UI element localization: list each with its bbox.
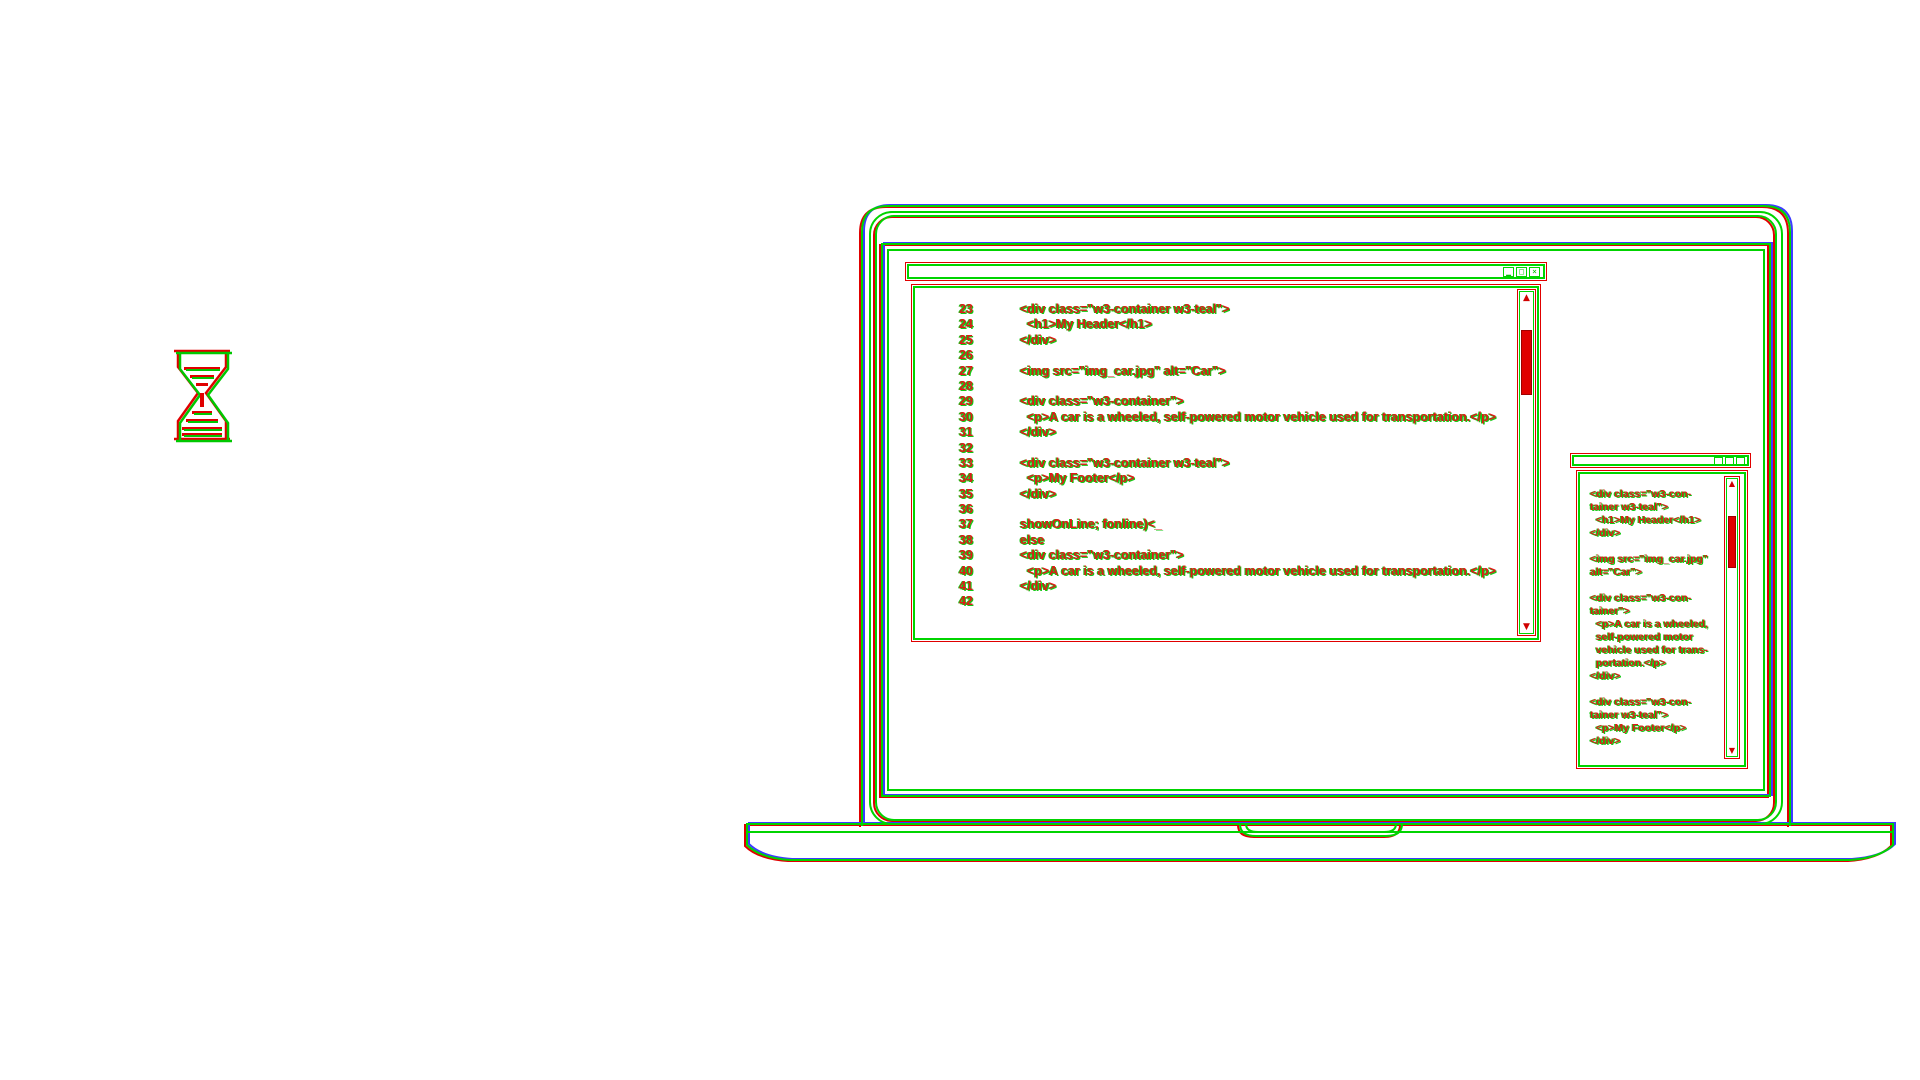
line-number: 34: [959, 471, 973, 486]
code-line[interactable]: [1020, 441, 1420, 456]
line-number: 33: [959, 455, 973, 470]
code-line[interactable]: [1020, 348, 1420, 363]
chevron-up-icon[interactable]: ▲: [1520, 292, 1533, 304]
editor-scrollbar[interactable]: ▲ ▼: [1517, 289, 1536, 636]
maximize-icon[interactable]: [1725, 457, 1734, 465]
minimize-icon[interactable]: ▁: [1503, 267, 1514, 277]
line-number: 36: [959, 502, 973, 517]
code-line[interactable]: <div class="w3-container">: [1020, 394, 1420, 409]
chevron-up-icon[interactable]: ▲: [1727, 479, 1737, 489]
code-line[interactable]: <h1>My Header</h1>: [1020, 317, 1420, 332]
code-editor[interactable]: 23 24 25 26 27 28 29 30 31 32 33 34 35 36 37 38 39 40 41 42…: [911, 284, 1541, 642]
line-number: 32: [959, 440, 973, 455]
code-line[interactable]: </div>: [1020, 333, 1420, 348]
side-code-line: <p>My Footer</p>: [1590, 722, 1687, 734]
side-code-line: tainer">: [1590, 605, 1630, 617]
side-code-line: <div class="w3-con-: [1590, 592, 1692, 604]
side-code-line: [1590, 579, 1720, 592]
code-line[interactable]: else: [1020, 533, 1420, 548]
side-panel-titlebar[interactable]: [1570, 453, 1751, 468]
line-numbers: 23 24 25 26 27 28 29 30 31 32 33 34 35 36 37 38 39 40 41 42: [923, 302, 973, 610]
side-code-line: portation.</p>: [1590, 657, 1666, 669]
code-line[interactable]: <div class="w3-container">: [1020, 548, 1420, 563]
side-code-line: </div>: [1590, 735, 1621, 747]
side-panel-scrollbar[interactable]: ▲ ▼: [1724, 476, 1740, 759]
side-code-line: <img src="img_car.jpg": [1590, 553, 1708, 565]
line-number: 35: [959, 486, 973, 501]
line-number: 24: [959, 317, 973, 332]
line-number: 31: [959, 425, 973, 440]
scroll-thumb[interactable]: [1521, 330, 1532, 395]
line-number: 25: [959, 332, 973, 347]
line-number: 39: [959, 548, 973, 563]
code-line[interactable]: [1020, 502, 1420, 517]
close-icon[interactable]: [1736, 457, 1745, 465]
line-number: 38: [959, 532, 973, 547]
code-lines: <div class="w3-container w3-teal"> <h1>M…: [1020, 302, 1496, 610]
line-number: 40: [959, 563, 973, 578]
code-line[interactable]: </div>: [1020, 425, 1420, 440]
side-code-line: tainer w3-teal">: [1590, 709, 1669, 721]
line-number: 23: [959, 302, 973, 316]
code-line[interactable]: <img src="img_car.jpg" alt="Car">: [1020, 364, 1420, 379]
code-line[interactable]: showOnLine; fonline)<_: [1020, 517, 1420, 532]
side-code-line: <p>A car is a wheeled,: [1590, 618, 1709, 630]
maximize-icon[interactable]: □: [1516, 267, 1527, 277]
side-code-line: </div>: [1590, 670, 1621, 682]
side-panel[interactable]: <div class="w3-con-tainer w3-teal"> <h1>…: [1576, 470, 1748, 769]
code-line[interactable]: <p>My Footer</p>: [1020, 471, 1420, 486]
line-number: 30: [959, 409, 973, 424]
code-line[interactable]: [1020, 594, 1420, 609]
line-number: 29: [959, 394, 973, 409]
hourglass-icon: [174, 349, 232, 443]
chevron-down-icon[interactable]: ▼: [1727, 746, 1737, 756]
code-line[interactable]: </div>: [1020, 487, 1420, 502]
side-code-lines: <div class="w3-con-tainer w3-teal"> <h1>…: [1590, 488, 1720, 748]
code-line[interactable]: <p>A car is a wheeled, self-powered moto…: [1020, 410, 1496, 425]
side-code-line: tainer w3-teal">: [1590, 501, 1669, 513]
side-code-line: <h1>My Header</h1>: [1590, 514, 1701, 526]
close-icon[interactable]: ×: [1529, 267, 1540, 277]
side-code-line: self-powered motor: [1590, 631, 1694, 643]
line-number: 42: [959, 594, 973, 609]
side-code-line: <div class="w3-con-: [1590, 696, 1692, 708]
side-code-line: vehicle used for trans-: [1590, 644, 1708, 656]
side-code-line: [1590, 540, 1720, 553]
line-number: 28: [959, 378, 973, 393]
code-line[interactable]: <div class="w3-container w3-teal">: [1020, 302, 1420, 317]
code-line[interactable]: <p>A car is a wheeled, self-powered moto…: [1020, 564, 1496, 579]
minimize-icon[interactable]: [1714, 457, 1723, 465]
code-line[interactable]: <div class="w3-container w3-teal">: [1020, 456, 1420, 471]
side-code-line: </div>: [1590, 527, 1621, 539]
line-number: 27: [959, 363, 973, 378]
line-number: 41: [959, 579, 973, 594]
side-code-line: alt="Car">: [1590, 566, 1642, 578]
editor-titlebar[interactable]: ▁ □ ×: [905, 262, 1547, 281]
side-code-line: [1590, 683, 1720, 696]
code-line[interactable]: </div>: [1020, 579, 1420, 594]
chevron-down-icon[interactable]: ▼: [1520, 621, 1533, 633]
line-number: 37: [959, 517, 973, 532]
code-line[interactable]: [1020, 379, 1420, 394]
side-code-line: <div class="w3-con-: [1590, 488, 1692, 500]
line-number: 26: [959, 348, 973, 363]
scroll-thumb[interactable]: [1728, 516, 1736, 568]
